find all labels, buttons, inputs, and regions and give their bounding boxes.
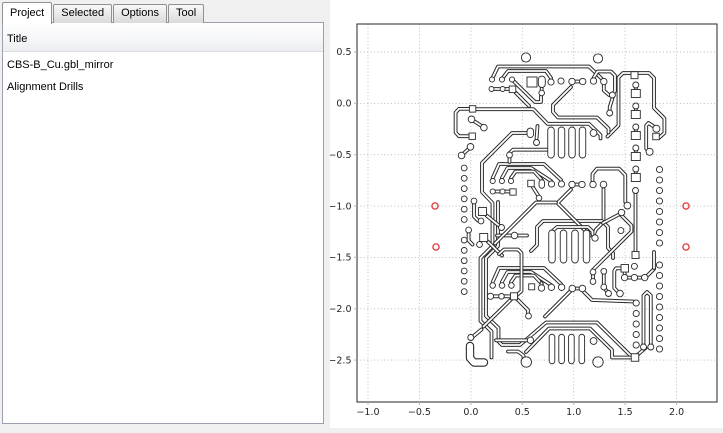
tab-tool[interactable]: Tool	[168, 4, 204, 23]
application-window: { "left_panel": { "tabs": [ { "label": "…	[0, 0, 723, 428]
y-tick-label: −0.5	[330, 150, 352, 161]
x-tick-label: 1.5	[618, 407, 633, 418]
x-tick-label: 1.0	[566, 407, 581, 418]
pcb-render-canvas[interactable]: −1.0 −0.5 0.0 0.5 1.0 1.5 2.0 0.5 0.0 −0.5 −1.0 −1.…	[330, 0, 723, 428]
y-tick-label: −1.0	[330, 201, 352, 212]
list-header-title[interactable]: Title	[3, 23, 323, 52]
y-tick-label: 0.0	[336, 99, 351, 110]
x-tick-label: 0.5	[515, 407, 530, 418]
tab-bar: ProjectSelectedOptionsTool	[2, 2, 205, 23]
project-panel: Title CBS-B_Cu.gbl_mirrorAlignment Drill…	[2, 22, 324, 424]
x-tick-label: 0.0	[463, 407, 478, 418]
x-tick-label: −0.5	[408, 407, 431, 418]
list-item[interactable]: Alignment Drills	[3, 76, 323, 98]
pcb-plot-svg: −1.0 −0.5 0.0 0.5 1.0 1.5 2.0 0.5 0.0 −0.5 −1.0 −1.…	[330, 0, 723, 428]
tab-project[interactable]: Project	[2, 2, 52, 24]
x-tick-label: −1.0	[356, 407, 379, 418]
y-tick-label: −2.0	[330, 304, 352, 315]
y-tick-label: 0.5	[336, 47, 351, 58]
y-tick-label: −2.5	[330, 355, 352, 366]
layer-list: CBS-B_Cu.gbl_mirrorAlignment Drills	[3, 52, 323, 98]
tab-selected[interactable]: Selected	[53, 4, 112, 23]
x-tick-label: 2.0	[669, 407, 684, 418]
y-tick-label: −1.5	[330, 253, 352, 264]
list-item[interactable]: CBS-B_Cu.gbl_mirror	[3, 54, 323, 76]
tab-options[interactable]: Options	[113, 4, 167, 23]
